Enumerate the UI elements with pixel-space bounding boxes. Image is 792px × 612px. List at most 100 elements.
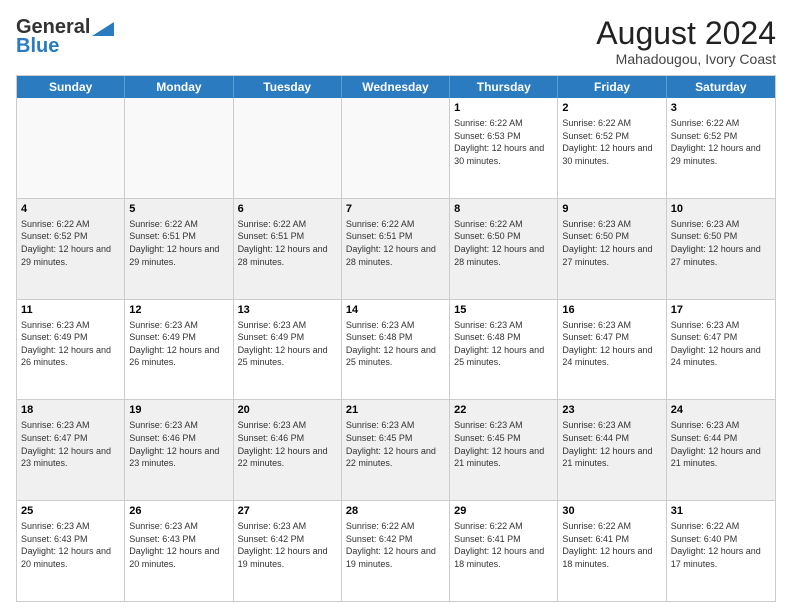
day-info: Sunrise: 6:22 AM Sunset: 6:42 PM Dayligh… [346, 520, 445, 570]
day-info: Sunrise: 6:22 AM Sunset: 6:51 PM Dayligh… [346, 218, 445, 268]
day-number: 16 [562, 303, 661, 318]
calendar-cell: 6Sunrise: 6:22 AM Sunset: 6:51 PM Daylig… [234, 199, 342, 299]
calendar-cell: 11Sunrise: 6:23 AM Sunset: 6:49 PM Dayli… [17, 300, 125, 400]
day-number: 1 [454, 101, 553, 116]
calendar-body: 1Sunrise: 6:22 AM Sunset: 6:53 PM Daylig… [17, 98, 775, 601]
day-number: 18 [21, 403, 120, 418]
calendar-cell: 8Sunrise: 6:22 AM Sunset: 6:50 PM Daylig… [450, 199, 558, 299]
day-info: Sunrise: 6:22 AM Sunset: 6:52 PM Dayligh… [21, 218, 120, 268]
calendar-cell: 3Sunrise: 6:22 AM Sunset: 6:52 PM Daylig… [667, 98, 775, 198]
weekday-header-monday: Monday [125, 76, 233, 98]
calendar-week-2: 4Sunrise: 6:22 AM Sunset: 6:52 PM Daylig… [17, 199, 775, 300]
day-info: Sunrise: 6:23 AM Sunset: 6:48 PM Dayligh… [346, 319, 445, 369]
day-info: Sunrise: 6:23 AM Sunset: 6:47 PM Dayligh… [21, 419, 120, 469]
day-info: Sunrise: 6:23 AM Sunset: 6:42 PM Dayligh… [238, 520, 337, 570]
calendar-cell: 31Sunrise: 6:22 AM Sunset: 6:40 PM Dayli… [667, 501, 775, 601]
day-info: Sunrise: 6:22 AM Sunset: 6:41 PM Dayligh… [454, 520, 553, 570]
day-number: 3 [671, 101, 771, 116]
day-number: 14 [346, 303, 445, 318]
day-number: 21 [346, 403, 445, 418]
day-number: 19 [129, 403, 228, 418]
day-info: Sunrise: 6:22 AM Sunset: 6:51 PM Dayligh… [238, 218, 337, 268]
calendar-cell: 24Sunrise: 6:23 AM Sunset: 6:44 PM Dayli… [667, 400, 775, 500]
weekday-header-saturday: Saturday [667, 76, 775, 98]
day-info: Sunrise: 6:22 AM Sunset: 6:41 PM Dayligh… [562, 520, 661, 570]
day-info: Sunrise: 6:23 AM Sunset: 6:46 PM Dayligh… [129, 419, 228, 469]
calendar-cell [342, 98, 450, 198]
day-info: Sunrise: 6:23 AM Sunset: 6:45 PM Dayligh… [454, 419, 553, 469]
calendar-header-row: SundayMondayTuesdayWednesdayThursdayFrid… [17, 76, 775, 98]
day-info: Sunrise: 6:22 AM Sunset: 6:53 PM Dayligh… [454, 117, 553, 167]
day-number: 24 [671, 403, 771, 418]
day-number: 15 [454, 303, 553, 318]
day-info: Sunrise: 6:23 AM Sunset: 6:44 PM Dayligh… [562, 419, 661, 469]
calendar-cell: 18Sunrise: 6:23 AM Sunset: 6:47 PM Dayli… [17, 400, 125, 500]
day-info: Sunrise: 6:22 AM Sunset: 6:51 PM Dayligh… [129, 218, 228, 268]
day-number: 25 [21, 504, 120, 519]
day-info: Sunrise: 6:22 AM Sunset: 6:52 PM Dayligh… [562, 117, 661, 167]
calendar-cell: 9Sunrise: 6:23 AM Sunset: 6:50 PM Daylig… [558, 199, 666, 299]
day-number: 5 [129, 202, 228, 217]
calendar-cell: 21Sunrise: 6:23 AM Sunset: 6:45 PM Dayli… [342, 400, 450, 500]
logo-icon [92, 22, 114, 36]
calendar-cell: 17Sunrise: 6:23 AM Sunset: 6:47 PM Dayli… [667, 300, 775, 400]
day-number: 2 [562, 101, 661, 116]
day-info: Sunrise: 6:22 AM Sunset: 6:52 PM Dayligh… [671, 117, 771, 167]
day-number: 8 [454, 202, 553, 217]
calendar-cell: 13Sunrise: 6:23 AM Sunset: 6:49 PM Dayli… [234, 300, 342, 400]
calendar-cell: 14Sunrise: 6:23 AM Sunset: 6:48 PM Dayli… [342, 300, 450, 400]
day-number: 30 [562, 504, 661, 519]
day-number: 22 [454, 403, 553, 418]
calendar-cell: 7Sunrise: 6:22 AM Sunset: 6:51 PM Daylig… [342, 199, 450, 299]
calendar-cell: 15Sunrise: 6:23 AM Sunset: 6:48 PM Dayli… [450, 300, 558, 400]
logo: General Blue [16, 16, 114, 58]
location-subtitle: Mahadougou, Ivory Coast [596, 51, 776, 67]
header: General Blue August 2024 Mahadougou, Ivo… [16, 16, 776, 67]
day-number: 13 [238, 303, 337, 318]
calendar: SundayMondayTuesdayWednesdayThursdayFrid… [16, 75, 776, 602]
day-number: 20 [238, 403, 337, 418]
calendar-cell: 2Sunrise: 6:22 AM Sunset: 6:52 PM Daylig… [558, 98, 666, 198]
day-info: Sunrise: 6:23 AM Sunset: 6:46 PM Dayligh… [238, 419, 337, 469]
calendar-cell: 4Sunrise: 6:22 AM Sunset: 6:52 PM Daylig… [17, 199, 125, 299]
day-number: 31 [671, 504, 771, 519]
day-number: 11 [21, 303, 120, 318]
calendar-cell: 1Sunrise: 6:22 AM Sunset: 6:53 PM Daylig… [450, 98, 558, 198]
day-number: 10 [671, 202, 771, 217]
day-number: 26 [129, 504, 228, 519]
calendar-cell: 20Sunrise: 6:23 AM Sunset: 6:46 PM Dayli… [234, 400, 342, 500]
day-info: Sunrise: 6:23 AM Sunset: 6:49 PM Dayligh… [238, 319, 337, 369]
calendar-week-5: 25 Sunrise: 6:23 AM Sunset: 6:43 PM Dayli… [17, 501, 775, 601]
page: General Blue August 2024 Mahadougou, Ivo… [0, 0, 792, 612]
calendar-week-3: 11Sunrise: 6:23 AM Sunset: 6:49 PM Dayli… [17, 300, 775, 401]
weekday-header-friday: Friday [558, 76, 666, 98]
calendar-week-4: 18Sunrise: 6:23 AM Sunset: 6:47 PM Dayli… [17, 400, 775, 501]
month-year-title: August 2024 [596, 16, 776, 51]
calendar-cell: 5Sunrise: 6:22 AM Sunset: 6:51 PM Daylig… [125, 199, 233, 299]
day-number: 7 [346, 202, 445, 217]
calendar-cell: 12Sunrise: 6:23 AM Sunset: 6:49 PM Dayli… [125, 300, 233, 400]
calendar-cell: 25Sunrise: 6:23 AM Sunset: 6:43 PM Dayli… [17, 501, 125, 601]
day-info: Sunrise: 6:23 AM Sunset: 6:43 PM Dayligh… [129, 520, 228, 570]
calendar-cell: 28Sunrise: 6:22 AM Sunset: 6:42 PM Dayli… [342, 501, 450, 601]
calendar-cell: 30Sunrise: 6:22 AM Sunset: 6:41 PM Dayli… [558, 501, 666, 601]
day-number: 9 [562, 202, 661, 217]
day-info: Sunrise: 6:23 AM Sunset: 6:44 PM Dayligh… [671, 419, 771, 469]
day-number: 28 [346, 504, 445, 519]
calendar-cell: 27Sunrise: 6:23 AM Sunset: 6:42 PM Dayli… [234, 501, 342, 601]
day-number: 29 [454, 504, 553, 519]
day-info: Sunrise: 6:22 AM Sunset: 6:40 PM Dayligh… [671, 520, 771, 570]
calendar-cell [125, 98, 233, 198]
day-info: Sunrise: 6:23 AM Sunset: 6:50 PM Dayligh… [562, 218, 661, 268]
day-info: Sunrise: 6:23 AM Sunset: 6:48 PM Dayligh… [454, 319, 553, 369]
logo-blue-text: Blue [16, 35, 59, 58]
calendar-cell: 19Sunrise: 6:23 AM Sunset: 6:46 PM Dayli… [125, 400, 233, 500]
calendar-cell: 29Sunrise: 6:22 AM Sunset: 6:41 PM Dayli… [450, 501, 558, 601]
day-number: 23 [562, 403, 661, 418]
calendar-cell [234, 98, 342, 198]
weekday-header-tuesday: Tuesday [234, 76, 342, 98]
weekday-header-thursday: Thursday [450, 76, 558, 98]
calendar-cell: 23Sunrise: 6:23 AM Sunset: 6:44 PM Dayli… [558, 400, 666, 500]
day-info: Sunrise: 6:23 AM Sunset: 6:49 PM Dayligh… [21, 319, 120, 369]
day-number: 12 [129, 303, 228, 318]
